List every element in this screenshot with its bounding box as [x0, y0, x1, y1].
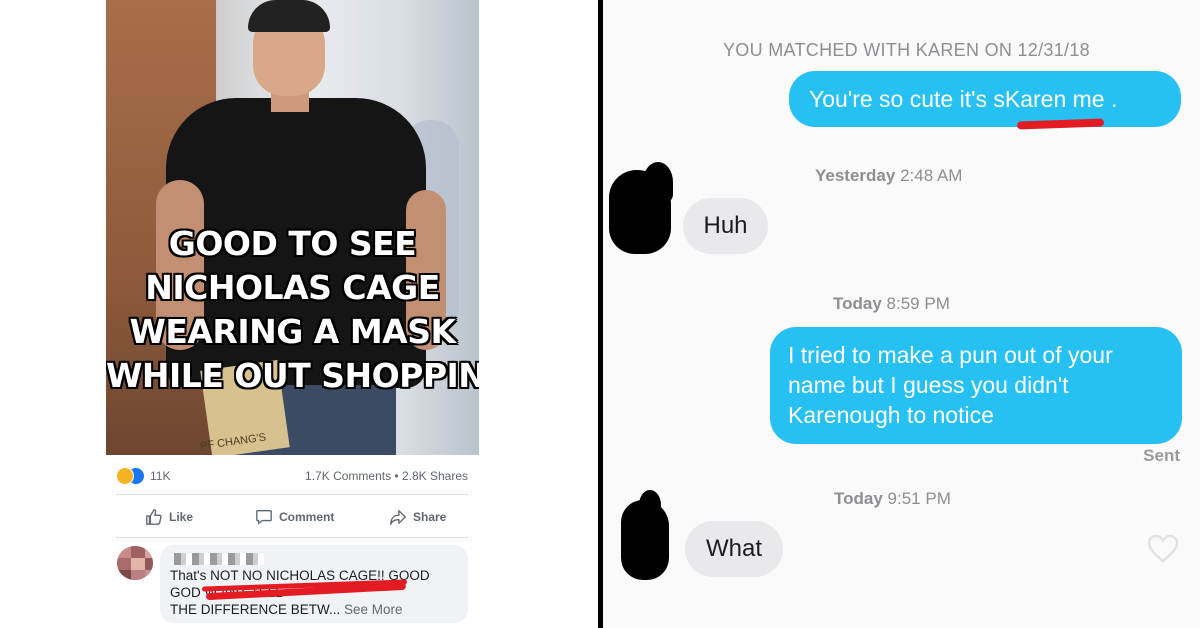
comment-button[interactable]: Comment — [255, 505, 334, 529]
like-label: Like — [169, 510, 194, 524]
like-button[interactable]: Like — [145, 505, 193, 529]
share-button[interactable]: Share — [389, 505, 446, 529]
comment-line-text: THE DIFFERENCE BETW... — [170, 602, 341, 617]
commenter-name-redacted[interactable] — [174, 553, 264, 565]
timestamp-time: 2:48 AM — [900, 166, 963, 185]
comment-label: Comment — [279, 510, 335, 524]
timestamp-time: 8:59 PM — [886, 294, 950, 313]
received-message[interactable]: What — [685, 521, 783, 577]
comment-bubble-icon — [256, 510, 272, 525]
divider — [116, 537, 468, 538]
match-avatar-blacked-out — [643, 162, 673, 202]
timestamp-day: Yesterday — [815, 166, 896, 185]
meme-line: WEARING A MASK — [129, 312, 456, 351]
match-header: YOU MATCHED WITH KAREN ON 12/31/18 — [723, 40, 1090, 60]
meme-line: NICHOLAS CAGE — [145, 268, 440, 307]
haha-reaction-icon — [116, 467, 134, 485]
sent-message[interactable]: You're so cute it's sKaren me . — [789, 71, 1181, 127]
meme-caption: GOOD TO SEE NICHOLAS CAGE WEARING A MASK… — [106, 222, 479, 398]
reactions-bar: 11K 1.7K Comments • 2.8K Shares — [116, 465, 468, 487]
commenter-avatar[interactable] — [117, 546, 153, 580]
timestamp-day: Today — [834, 489, 883, 508]
comment-bubble[interactable]: That's NOT NO NICHOLAS CAGE!! GOOD GOD W… — [160, 545, 468, 623]
timestamp: Yesterday 2:48 AM — [815, 166, 962, 186]
sent-message[interactable]: I tried to make a pun out of your name b… — [770, 327, 1182, 444]
timestamp-day: Today — [833, 294, 882, 313]
comment-line: That's NOT NO NICHOLAS CAGE!! GOOD — [170, 568, 430, 583]
dating-chat: YOU MATCHED WITH KAREN ON 12/31/18 You'r… — [603, 0, 1200, 628]
timestamp-time: 9:51 PM — [887, 489, 951, 508]
timestamp: Today 8:59 PM — [833, 294, 950, 314]
sent-status: Sent — [1143, 446, 1180, 465]
reaction-icons[interactable] — [116, 467, 146, 485]
red-marker-underline — [1016, 118, 1105, 130]
timestamp: Today 9:51 PM — [834, 489, 951, 509]
engagement-counts[interactable]: 1.7K Comments • 2.8K Shares — [305, 469, 468, 483]
meme-line: GOOD TO SEE — [168, 224, 417, 263]
share-arrow-icon — [390, 510, 406, 525]
heart-icon[interactable] — [1147, 534, 1179, 564]
reaction-count[interactable]: 11K — [150, 469, 170, 483]
comment-line: THE DIFFERENCE BETW... See More — [170, 601, 460, 618]
match-avatar-blacked-out — [639, 490, 661, 520]
received-message[interactable]: Huh — [683, 198, 768, 254]
facebook-post: PF CHANG'S GOOD TO SEE NICHOLAS CAGE WEA… — [0, 0, 598, 628]
thumbs-up-icon — [146, 509, 162, 525]
meme-line: WHILE OUT SHOPPING — [106, 356, 479, 395]
photo-man-cap — [248, 0, 330, 32]
divider — [116, 494, 468, 495]
post-photo[interactable]: PF CHANG'S GOOD TO SEE NICHOLAS CAGE WEA… — [106, 0, 479, 455]
see-more-link[interactable]: See More — [344, 602, 403, 617]
share-label: Share — [413, 510, 447, 524]
